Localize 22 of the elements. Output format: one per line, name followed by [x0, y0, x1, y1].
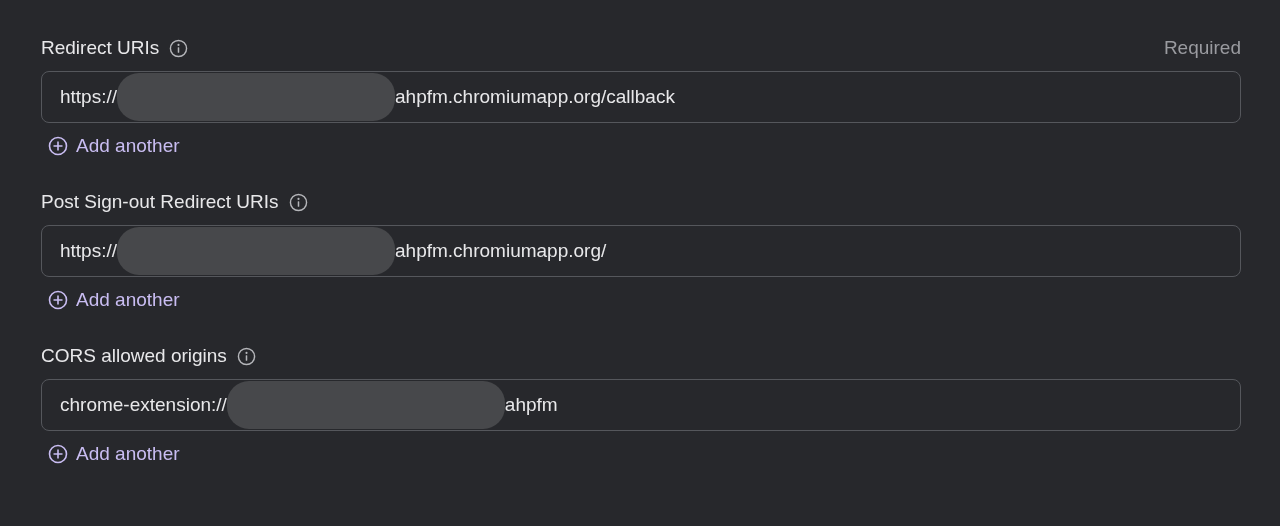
input-field[interactable]: chrome-extension:// ahpfm [41, 379, 1241, 431]
field-value-text: https:// [60, 86, 118, 108]
field-value-text: ahpfm.chromiumapp.org/ [395, 240, 607, 262]
add-another-link[interactable]: Add another [48, 443, 180, 465]
field-value-text: ahpfm.chromiumapp.org/callback [395, 86, 675, 108]
plus-circle-icon [48, 290, 68, 310]
info-icon[interactable] [288, 192, 308, 212]
input-field[interactable]: https:// ahpfm.chromiumapp.org/callback [41, 71, 1241, 123]
field-value-text: chrome-extension:// [60, 394, 227, 416]
field-label: Post Sign-out Redirect URIs [41, 191, 279, 213]
plus-circle-icon [48, 444, 68, 464]
input-field[interactable]: https:// ahpfm.chromiumapp.org/ [41, 225, 1241, 277]
field-label: Redirect URIs [41, 37, 160, 59]
plus-circle-icon [48, 136, 68, 156]
field-value-text: https:// [60, 240, 118, 262]
field-label: CORS allowed origins [41, 345, 227, 367]
add-another-link[interactable]: Add another [48, 289, 180, 311]
field-value-text: ahpfm [504, 394, 558, 416]
required-note: Required [1163, 37, 1241, 59]
info-icon[interactable] [169, 38, 189, 58]
info-icon[interactable] [236, 346, 256, 366]
add-another-link[interactable]: Add another [48, 135, 180, 157]
